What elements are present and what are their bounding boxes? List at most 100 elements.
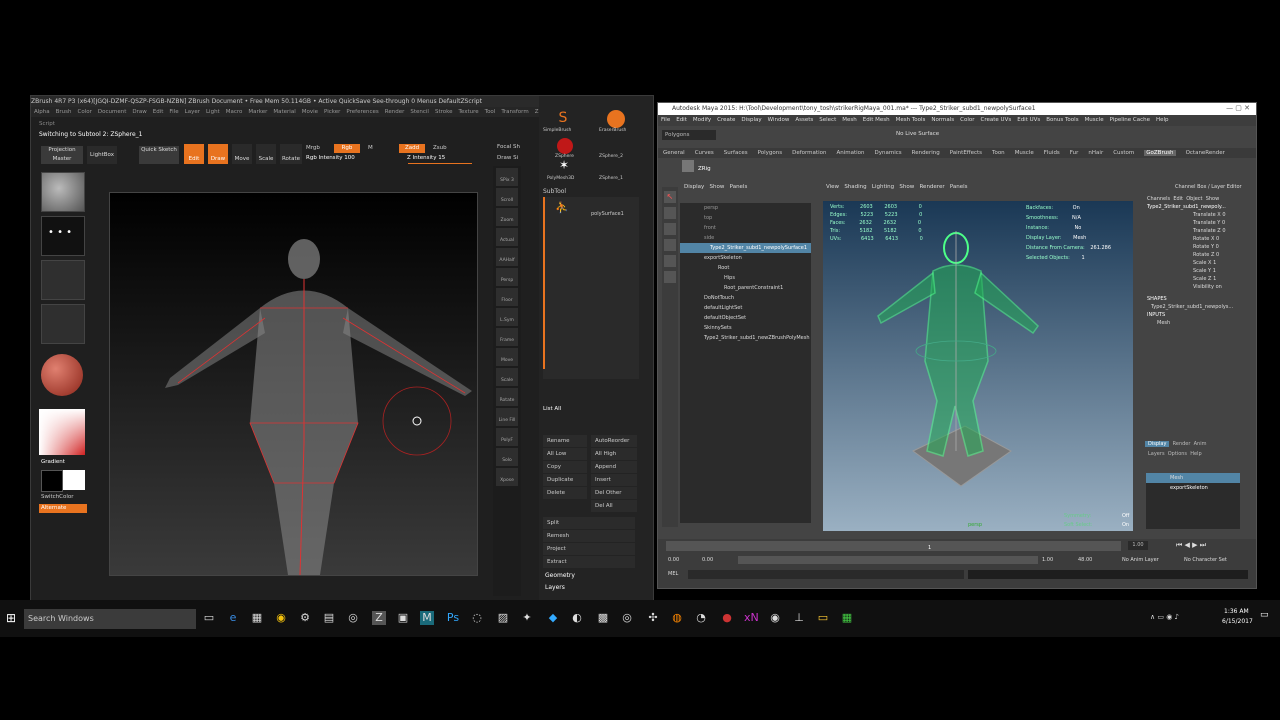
outliner-item[interactable]: front — [680, 223, 811, 233]
shelf-tab-fluids[interactable]: Fluids — [1044, 150, 1060, 156]
app-icon[interactable]: ▦ — [840, 611, 854, 625]
del-other-button[interactable]: Del Other — [591, 487, 637, 499]
stroke-thumbnail[interactable]: • • • — [41, 216, 85, 256]
anim-layer-field[interactable]: No Anim Layer — [1122, 557, 1159, 563]
playback-start-field[interactable]: 0.00 — [702, 557, 713, 563]
shelf-tab-muscle[interactable]: Muscle — [1015, 150, 1034, 156]
layer-menu-layers[interactable]: Layers — [1148, 451, 1165, 457]
rotate-tool-icon[interactable] — [664, 255, 676, 267]
shelf-tab-polygons[interactable]: Polygons — [758, 150, 782, 156]
remesh-section[interactable]: Remesh — [543, 530, 635, 542]
copy-button[interactable]: Copy — [543, 461, 587, 473]
menu-modify[interactable]: Modify — [693, 117, 711, 123]
calculator-icon[interactable]: ▤ — [322, 611, 336, 625]
menu-light[interactable]: Light — [206, 109, 220, 115]
outliner-item[interactable]: Hips — [680, 273, 811, 283]
layer-menu-options[interactable]: Options — [1168, 451, 1187, 457]
edge-browser-icon[interactable]: e — [226, 611, 240, 625]
channel-value[interactable]: 0 — [1216, 252, 1219, 258]
move-view-button[interactable]: Move — [496, 348, 518, 366]
menu-display[interactable]: Display — [741, 117, 761, 123]
menu-edit[interactable]: Edit — [676, 117, 687, 123]
shelf-tab-custom[interactable]: Custom — [1113, 150, 1134, 156]
menu-assets[interactable]: Assets — [795, 117, 813, 123]
rotate-mode-button[interactable]: Rotate — [280, 144, 302, 164]
zsub-button[interactable]: Zsub — [433, 145, 447, 151]
command-line[interactable] — [688, 570, 964, 579]
menu-edit[interactable]: Edit — [153, 109, 164, 115]
app-icon[interactable]: ✣ — [646, 611, 660, 625]
channel-value[interactable]: 0 — [1216, 236, 1219, 242]
app-icon[interactable]: ◉ — [768, 611, 782, 625]
outliner-item[interactable]: persp — [680, 203, 811, 213]
subtool-item[interactable]: polySurface1 — [591, 211, 624, 217]
menu-file[interactable]: File — [661, 117, 670, 123]
outliner-menu-display[interactable]: Display — [684, 184, 704, 190]
persp-button[interactable]: Persp — [496, 268, 518, 286]
settings-icon[interactable]: ⚙ — [298, 611, 312, 625]
photoshop-icon[interactable]: Ps — [446, 611, 460, 625]
app-icon[interactable]: ◎ — [346, 611, 360, 625]
app-icon[interactable]: ◍ — [670, 611, 684, 625]
app-icon[interactable]: ◐ — [570, 611, 584, 625]
rename-button[interactable]: Rename — [543, 435, 587, 447]
channel-value[interactable]: on — [1216, 284, 1222, 290]
taskbar-search-box[interactable]: Search Windows — [24, 609, 196, 629]
layer-tab-anim[interactable]: Anim — [1194, 441, 1207, 447]
maya-window-controls[interactable]: — ▢ ✕ — [1226, 104, 1250, 112]
rgb-intensity-slider[interactable]: Rgb Intensity 100 — [306, 155, 355, 161]
shelf-tab-rendering[interactable]: Rendering — [912, 150, 940, 156]
zrig-shelf-icon[interactable] — [682, 160, 694, 172]
outliner-item[interactable]: Root — [680, 263, 811, 273]
outliner-item-selected[interactable]: Type2_Striker_subd1_newpolySurface1 — [680, 243, 811, 253]
layer-tab-display[interactable]: Display — [1145, 441, 1170, 447]
chrome-icon[interactable]: ◉ — [274, 611, 288, 625]
menu-stencil[interactable]: Stencil — [410, 109, 429, 115]
channel-menu-show[interactable]: Show — [1206, 196, 1220, 202]
move-mode-button[interactable]: Move — [232, 144, 252, 164]
shelf-tab-painteffects[interactable]: PaintEffects — [950, 150, 982, 156]
menu-material[interactable]: Material — [273, 109, 295, 115]
zadd-button[interactable]: Zadd — [399, 144, 425, 153]
app-icon[interactable]: ▩ — [596, 611, 610, 625]
local-symmetry-button[interactable]: L.Sym — [496, 308, 518, 326]
channel-value[interactable]: 0 — [1222, 228, 1225, 234]
menu-bonus-tools[interactable]: Bonus Tools — [1046, 117, 1078, 123]
xpose-button[interactable]: Xpose — [496, 468, 518, 486]
zsphere2-label[interactable]: ZSphere_2 — [599, 154, 623, 159]
view-menu-shading[interactable]: Shading — [844, 184, 866, 190]
delete-button[interactable]: Delete — [543, 487, 587, 499]
lightbox-button[interactable]: LightBox — [87, 146, 117, 164]
main-color-swatch[interactable] — [41, 470, 63, 492]
view-menu-renderer[interactable]: Renderer — [919, 184, 944, 190]
outliner-item[interactable]: defaultLightSet — [680, 303, 811, 313]
current-frame-field[interactable]: 1.00 — [1128, 541, 1148, 550]
outliner-menu-show[interactable]: Show — [710, 184, 725, 190]
scale-tool-icon[interactable] — [664, 271, 676, 283]
secondary-color-swatch[interactable] — [63, 470, 85, 490]
channel-value[interactable]: 0 — [1222, 220, 1225, 226]
app-icon[interactable]: ◔ — [694, 611, 708, 625]
view-menu-view[interactable]: View — [826, 184, 839, 190]
select-tool-icon[interactable]: ↖ — [664, 191, 676, 203]
menu-mesh[interactable]: Mesh — [842, 117, 856, 123]
subtool-header[interactable]: SubTool — [543, 188, 566, 195]
task-view-icon[interactable]: ▭ — [202, 611, 216, 625]
focal-shift-slider[interactable]: Focal Sh — [497, 144, 520, 150]
app-icon[interactable]: ◎ — [620, 611, 634, 625]
view-menu-show[interactable]: Show — [899, 184, 914, 190]
solo-button[interactable]: Solo — [496, 448, 518, 466]
frame-button[interactable]: Frame — [496, 328, 518, 346]
layer-menu-help[interactable]: Help — [1190, 451, 1201, 457]
menu-brush[interactable]: Brush — [56, 109, 72, 115]
outliner-item[interactable]: DoNotTouch — [680, 293, 811, 303]
layer-row[interactable]: Mesh — [1146, 473, 1240, 483]
menu-muscle[interactable]: Muscle — [1085, 117, 1104, 123]
zoom-button[interactable]: Zoom — [496, 208, 518, 226]
channel-value[interactable]: 1 — [1213, 268, 1216, 274]
paint-select-icon[interactable] — [664, 223, 676, 235]
shape-name[interactable]: Type2_Striker_subd1_newpolys... — [1143, 303, 1256, 311]
menu-layer[interactable]: Layer — [185, 109, 200, 115]
duplicate-button[interactable]: Duplicate — [543, 474, 587, 486]
view-menu-panels[interactable]: Panels — [950, 184, 968, 190]
